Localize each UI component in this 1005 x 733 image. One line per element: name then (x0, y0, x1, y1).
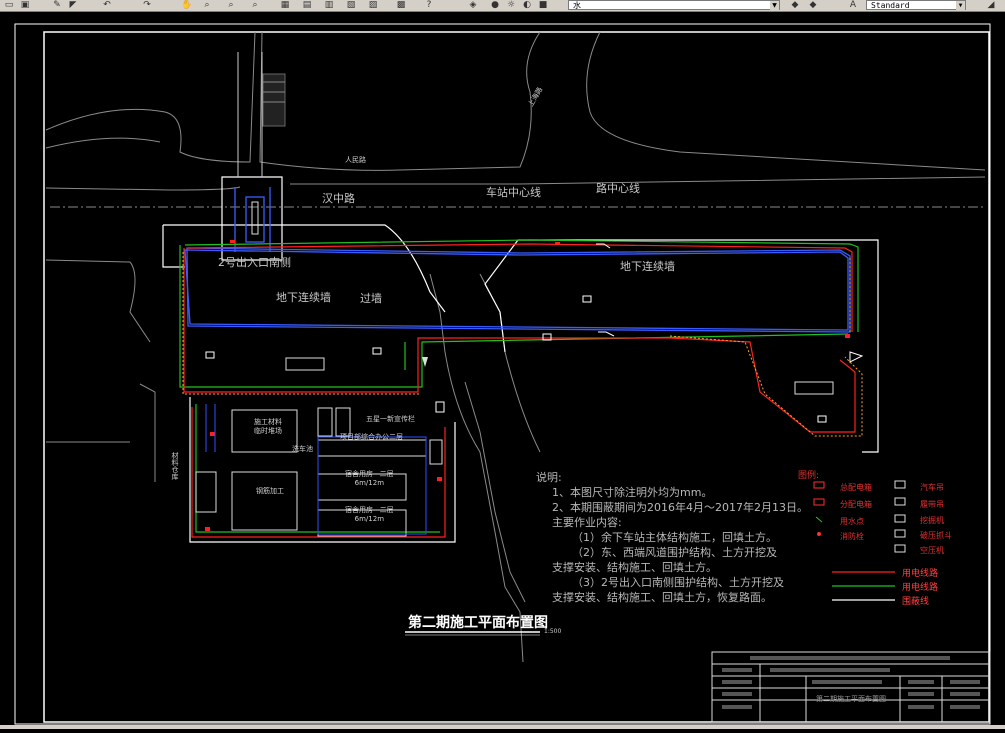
legend-item-right-4: 空压机 (920, 546, 944, 555)
brush-icon[interactable]: ◤ (66, 0, 80, 10)
notes-line-6: 支撑安装、结构施工、回填土方。 (552, 561, 717, 574)
titleblock-name: 第二期施工平面布置图 (816, 695, 886, 703)
notes-line-8: 支撑安装、结构施工、回填土方，恢复路面。 (552, 591, 772, 604)
layer-lock-icon[interactable]: ◐ (520, 0, 534, 10)
text-style-icon[interactable]: A (846, 0, 860, 10)
label-steel-area: 钢筋加工 (256, 487, 284, 495)
layer-freeze-icon[interactable]: ☼ (504, 0, 518, 10)
label-wash: 洗车池 (292, 445, 313, 453)
label-guide-wall: 过墙 (360, 292, 382, 305)
label-road-center-line: 路中心线 (596, 182, 640, 195)
legend-title: 图例: (798, 471, 820, 481)
label-dorm-2: 宿舍用房 二层 6m/12m (345, 506, 394, 523)
notes-header: 说明: (536, 471, 562, 484)
new-file-icon[interactable]: ▭ (2, 0, 16, 10)
legend-item-2: 用水点 (840, 517, 864, 526)
legend-item-right-3: 破压抓斗 (920, 531, 952, 540)
layer-states-icon[interactable]: ◆ (806, 0, 820, 10)
drawing-canvas[interactable]: 汉中路 车站中心线 路中心线 人民路 上海路 2号出入口南侧 地下连续墙 地下连… (0, 12, 1005, 729)
label-side: 材料仓库 (171, 452, 179, 480)
notes-line-3: 主要作业内容: (552, 516, 622, 529)
label-material-area: 施工材料 临时堆场 (254, 418, 282, 435)
notes-block: 说明: 1、本图尺寸除注明外均为mm。 2、本期围蔽期间为2016年4月～201… (536, 470, 808, 605)
notes-line-7: （3）2号出入口南侧围护结构、土方开挖及 (572, 576, 784, 589)
layer-select[interactable]: 水 ▼ (568, 0, 780, 10)
layer-select-value: 水 (573, 1, 581, 10)
chevron-down-icon[interactable]: ▼ (770, 1, 779, 10)
title-block (711, 651, 991, 723)
zoom-window-icon[interactable]: ⌕ (224, 0, 238, 10)
cad-toolbar: ▭ ▣ ✎ ◤ ↶ ↷ ✋ ⌕ ⌕ ⌕ ▦ ▤ ▥ ▧ ▨ ▩ ? ◈ ● ☼ … (0, 0, 1005, 12)
legend-item-right-2: 挖掘机 (920, 516, 944, 525)
redo-icon[interactable]: ↷ (140, 0, 154, 10)
road-outlines (45, 31, 986, 663)
properties-icon[interactable]: ▦ (278, 0, 292, 10)
layer-manager-icon[interactable]: ◈ (466, 0, 480, 10)
label-renmin-road: 人民路 (345, 156, 366, 164)
legend-item-3: 消防栓 (840, 532, 864, 541)
zoom-realtime-icon[interactable]: ⌕ (200, 0, 214, 10)
zoom-previous-icon[interactable]: ⌕ (248, 0, 262, 10)
legend-line-1: 用电线路 (902, 583, 939, 593)
pan-icon[interactable]: ✋ (180, 0, 194, 10)
tool-palette-icon[interactable]: ▥ (322, 0, 336, 10)
design-center-icon[interactable]: ▤ (300, 0, 314, 10)
legend-item-right-0: 汽车吊 (920, 483, 944, 492)
notes-line-4: （1）余下车站主体结构施工，回填土方。 (572, 531, 777, 544)
label-exit2-south: 2号出入口南侧 (218, 256, 291, 269)
drawing-title: 第二期施工平面布置图 (408, 615, 548, 631)
legend-item-1: 分配电箱 (840, 500, 872, 509)
notes-line-2: 2、本期围蔽期间为2016年4月～2017年2月13日。 (552, 501, 808, 514)
text-style-select-value: Standard (871, 1, 910, 10)
legend-item-0: 总配电箱 (840, 483, 872, 492)
label-station-center-line: 车站中心线 (486, 186, 541, 199)
legend-line-0: 用电线路 (902, 569, 939, 579)
label-office: 项目部综合办公二层 (340, 433, 403, 441)
drawing-scale: 1:500 (544, 628, 562, 635)
calculator-icon[interactable]: ▩ (394, 0, 408, 10)
label-dorm-1: 宿舍用房 二层 6m/12m (345, 470, 394, 487)
label-diaphragm-wall-2: 地下连续墙 (276, 291, 331, 304)
layer-on-icon[interactable]: ● (488, 0, 502, 10)
layer-previous-icon[interactable]: ◆ (788, 0, 802, 10)
label-fivestar: 五星一新宣传栏 (366, 415, 415, 423)
fence-dots (182, 252, 863, 437)
label-hanzhong-road: 汉中路 (322, 192, 355, 205)
pencil-icon[interactable]: ✎ (50, 0, 64, 10)
notes-line-1: 1、本图尺寸除注明外均为mm。 (552, 486, 713, 499)
legend-item-right-1: 履带吊 (920, 500, 944, 509)
notes-line-5: （2）东、西端风道围护结构、土方开挖及 (572, 546, 777, 559)
text-style-select[interactable]: Standard ▼ (866, 0, 966, 10)
status-bar (0, 725, 1005, 729)
help-icon[interactable]: ? (422, 0, 436, 10)
label-diaphragm-wall-1: 地下连续墙 (620, 260, 675, 273)
markup-icon[interactable]: ▨ (366, 0, 380, 10)
dimension-style-icon[interactable]: ◢ (984, 0, 998, 10)
legend-line-2: 围蔽线 (902, 597, 930, 607)
open-file-icon[interactable]: ▣ (18, 0, 32, 10)
layer-color-icon[interactable]: ■ (536, 0, 550, 10)
undo-icon[interactable]: ↶ (100, 0, 114, 10)
chevron-down-icon[interactable]: ▼ (956, 1, 965, 10)
sheet-set-icon[interactable]: ▧ (344, 0, 358, 10)
